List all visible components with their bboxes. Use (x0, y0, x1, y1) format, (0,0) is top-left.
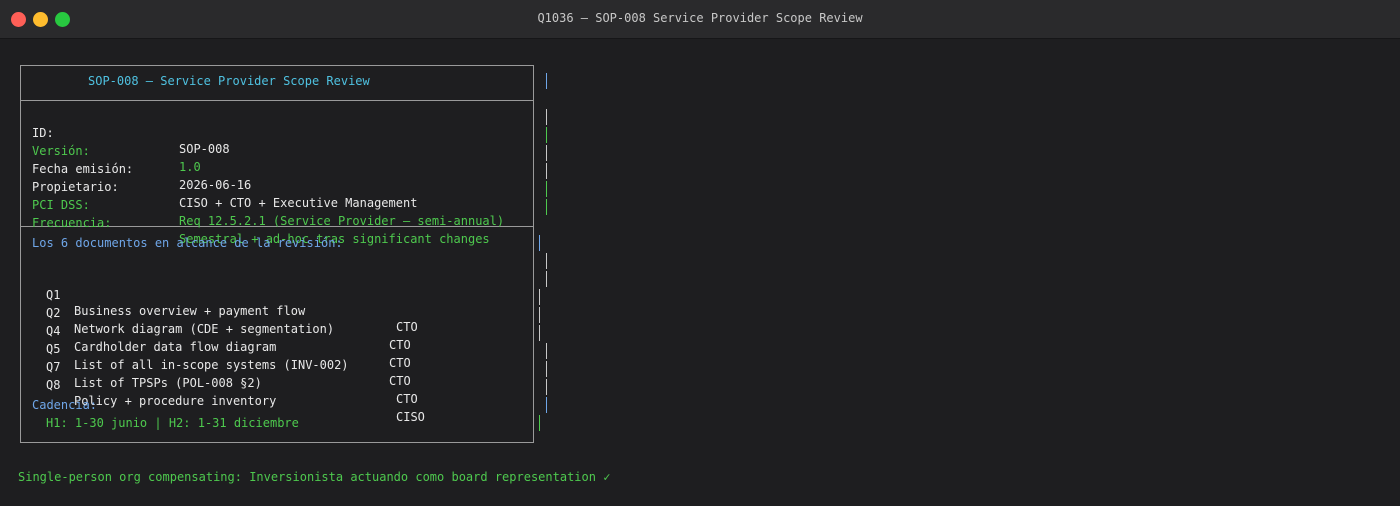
border-fragment (546, 145, 547, 161)
border-fragment (539, 235, 540, 251)
cadence-value: H1: 1-30 junio | H2: 1-31 diciembre (46, 416, 299, 430)
window-title: Q1036 — SOP-008 Service Provider Scope R… (537, 11, 863, 25)
field-value: Req 12.5.2.1 (Service Provider — semi-an… (179, 214, 505, 228)
document-description: List of TPSPs (POL-008 §2) (74, 376, 262, 390)
window-titlebar: Q1036 — SOP-008 Service Provider Scope R… (0, 0, 1400, 39)
field-row-date: Fecha emisión: 2026-06-16 (0, 145, 540, 192)
panel-divider (21, 100, 533, 101)
document-row: Q1 Business overview + payment flow CTO (0, 271, 540, 334)
field-row-pci: PCI DSS: Req 12.5.2.1 (Service Provider … (0, 181, 540, 228)
border-fragment (539, 415, 540, 431)
field-row-owner: Propietario: CISO + CTO + Executive Mana… (0, 163, 540, 210)
border-fragment (546, 199, 547, 215)
document-row: Q4 Cardholder data flow diagram CTO (0, 307, 540, 370)
panel-header: SOP-008 — Service Provider Scope Review (88, 74, 370, 88)
field-row-version: Versión: 1.0 (0, 127, 540, 174)
border-fragment (546, 253, 547, 269)
document-row: Q2 Network diagram (CDE + segmentation) … (0, 289, 540, 352)
border-fragment (546, 181, 547, 197)
border-fragment (546, 361, 547, 377)
document-owner: CISO (396, 410, 425, 424)
cadence-heading: Cadencia: (32, 398, 98, 412)
border-fragment (546, 271, 547, 287)
document-description: Policy + procedure inventory (74, 394, 277, 408)
field-label: Frecuencia: (32, 216, 112, 230)
border-fragment (546, 127, 547, 143)
border-fragment (546, 397, 547, 413)
border-fragment (546, 73, 547, 89)
document-row: Q7 List of TPSPs (POL-008 §2) CTO (0, 343, 540, 406)
field-row-frequency: Frecuencia: Semestral + ad-hoc tras sign… (0, 199, 540, 246)
border-fragment (546, 163, 547, 179)
document-row: Q5 List of all in-scope systems (INV-002… (0, 325, 540, 388)
border-fragment (546, 379, 547, 395)
field-row-id: ID: SOP-008 (0, 109, 540, 156)
border-fragment (546, 109, 547, 125)
document-id: Q8 (46, 378, 61, 392)
document-row: Q8 Policy + procedure inventory CISO (0, 361, 540, 424)
border-fragment (546, 343, 547, 359)
terminal-output[interactable]: SOP-008 — Service Provider Scope Review … (0, 39, 1400, 506)
scope-heading: Los 6 documentos en alcance de la revisi… (32, 236, 343, 250)
document-owner: CTO (396, 392, 418, 406)
compensating-control-note: Single-person org compensating: Inversio… (18, 470, 611, 484)
